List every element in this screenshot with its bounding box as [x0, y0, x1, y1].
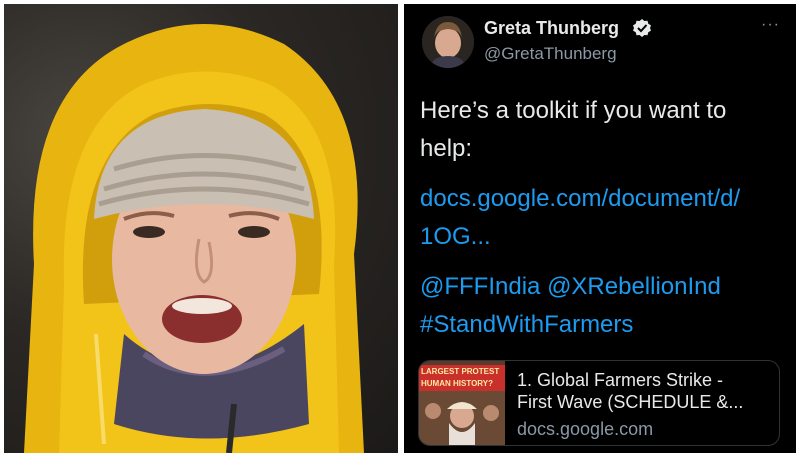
- tweet-card: Greta Thunberg @GretaThunberg ··· Here’s…: [404, 4, 796, 453]
- tweet-text-line: help:: [420, 135, 473, 162]
- author-avatar[interactable]: [422, 16, 474, 68]
- author-handle[interactable]: @GretaThunberg: [484, 44, 617, 64]
- more-options-icon[interactable]: ···: [761, 16, 780, 34]
- tweet-link[interactable]: docs.google.com/document/d/ 1OG...: [420, 180, 780, 256]
- card-title-line: First Wave (SCHEDULE &...: [517, 392, 744, 412]
- card-thumbnail: LARGEST PROTEST HUMAN HISTORY?: [419, 361, 505, 445]
- tweet-link-line[interactable]: 1OG...: [420, 218, 780, 256]
- mention-xrebellionind[interactable]: @XRebellionInd: [547, 273, 721, 300]
- photo-illustration: [24, 24, 364, 453]
- tweet-mentions: @FFFIndia @XRebellionInd #StandWithFarme…: [420, 268, 780, 344]
- tweet-text-line: Here’s a toolkit if you want to: [420, 97, 727, 124]
- author-name[interactable]: Greta Thunberg: [484, 18, 619, 39]
- link-preview-card[interactable]: LARGEST PROTEST HUMAN HISTORY? 1. Global…: [418, 360, 780, 446]
- card-title-line: 1. Global Farmers Strike -: [517, 370, 724, 390]
- mention-fffindia[interactable]: @FFFIndia: [420, 273, 540, 300]
- card-domain: docs.google.com: [517, 419, 654, 439]
- tweet-text: Here’s a toolkit if you want to help:: [420, 92, 780, 168]
- thumbnail-image: [419, 391, 505, 445]
- tweet-link-line[interactable]: docs.google.com/document/d/: [420, 180, 780, 218]
- verified-badge-icon: [633, 19, 651, 37]
- hashtag-standwithfarmers[interactable]: #StandWithFarmers: [420, 311, 633, 338]
- avatar-image: [422, 16, 474, 68]
- greta-photo: [4, 4, 398, 453]
- card-title: 1. Global Farmers Strike - First Wave (S…: [517, 369, 772, 413]
